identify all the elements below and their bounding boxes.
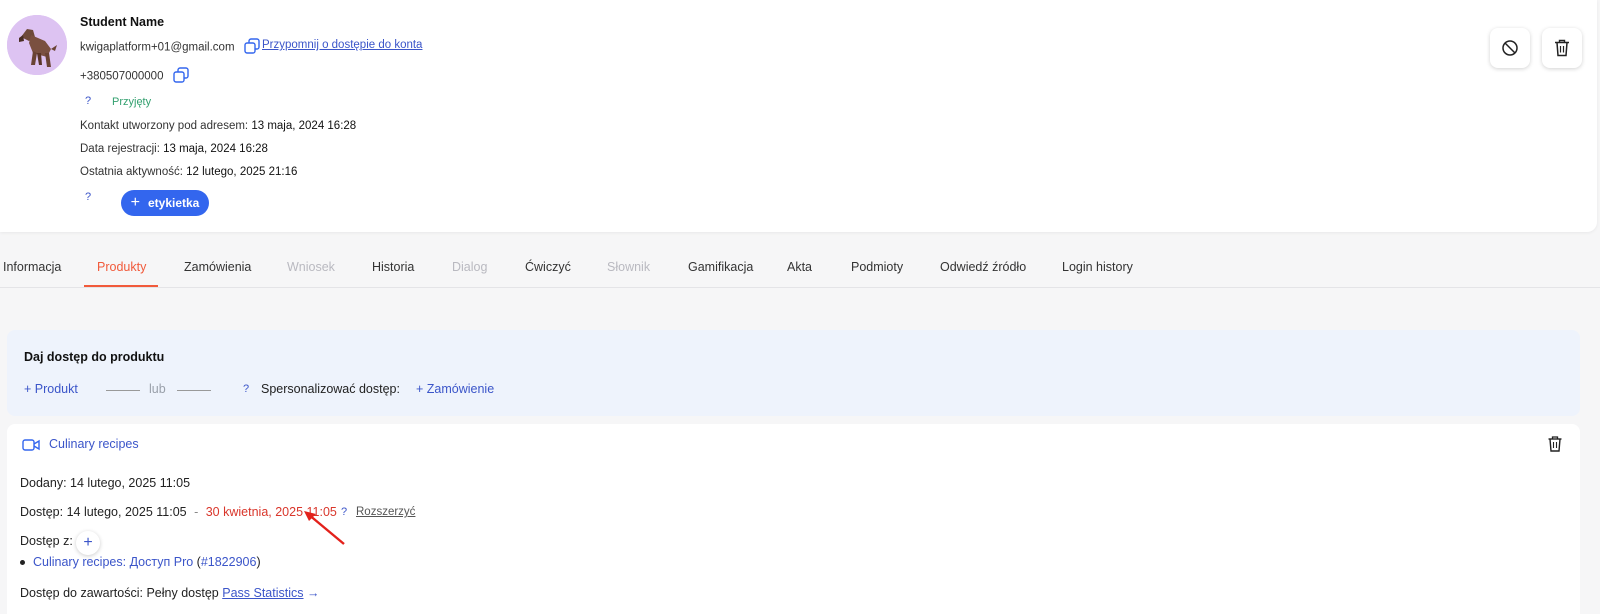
created-line: Kontakt utworzony pod adresem: 13 maja, … — [80, 120, 356, 132]
plus-icon: + — [130, 194, 140, 211]
add-order-link[interactable]: + Zamówienie — [416, 382, 494, 396]
tab-produkty[interactable]: Produkty — [97, 260, 146, 274]
added-label: Dodany: — [20, 476, 67, 490]
copy-icon[interactable] — [172, 67, 189, 86]
tab-login-history[interactable]: Login history — [1062, 260, 1133, 274]
registration-line: Data rejestracji: 13 maja, 2024 16:28 — [80, 143, 268, 155]
tab-gamifikacja[interactable]: Gamifikacja — [688, 260, 753, 274]
tab-dialog: Dialog — [452, 260, 488, 274]
delete-product-button[interactable] — [1548, 436, 1562, 455]
avatar — [7, 15, 67, 75]
personalize-label: Spersonalizować dostęp: — [261, 382, 400, 396]
trash-icon — [1548, 436, 1562, 452]
tab-odwiedz-zrodlo[interactable]: Odwiedź źródło — [940, 260, 1026, 274]
tab-akta[interactable]: Akta — [787, 260, 812, 274]
video-camera-icon — [22, 438, 40, 455]
created-label: Kontakt utworzony pod adresem: — [80, 120, 249, 132]
tab-slownik: Słownik — [607, 260, 651, 274]
product-title-link[interactable]: Culinary recipes — [49, 437, 139, 451]
arrow-right-icon: → — [307, 586, 320, 600]
annotation-arrow-icon — [304, 511, 345, 545]
list-item: Culinary recipes: Доступ Pro (#1822906) — [20, 555, 261, 569]
or-separator: lub — [149, 382, 166, 396]
order-id-link[interactable]: #1822906 — [201, 555, 257, 569]
tab-podmioty[interactable]: Podmioty — [851, 260, 903, 274]
created-value: 13 maja, 2024 16:28 — [251, 120, 357, 132]
trash-icon — [1555, 39, 1569, 57]
content-access-value: Pełny dostęp — [146, 586, 219, 600]
help-icon[interactable]: ? — [85, 191, 91, 203]
bullet-dot — [20, 560, 25, 566]
grant-access-title: Daj dostęp do produktu — [24, 350, 165, 364]
product-card: Culinary recipes Dodany: 14 lutego, 2025… — [7, 424, 1580, 614]
help-icon[interactable]: ? — [243, 383, 249, 395]
remind-access-link[interactable]: Przypomnij o dostępie do konta — [262, 39, 422, 51]
add-tag-label: etykietka — [147, 196, 200, 210]
email-line: kwigaplatform+01@gmail.com — [80, 38, 260, 57]
grant-access-panel: Daj dostęp do produktu + Produkt lub ? S… — [7, 330, 1580, 416]
phone-text: +380507000000 — [80, 70, 164, 83]
last-activity-label: Ostatnia aktywność: — [80, 166, 183, 178]
profile-card: Student Name kwigaplatform+01@gmail.com … — [0, 0, 1597, 232]
tab-informacja[interactable]: Informacja — [3, 260, 61, 274]
block-button[interactable] — [1490, 28, 1530, 68]
access-line: Dostęp: 14 lutego, 2025 11:05 - 30 kwiet… — [20, 505, 337, 519]
content-access-label: Dostęp do zawartości: — [20, 586, 143, 600]
add-access-source-button[interactable]: + — [76, 531, 100, 555]
phone-line: +380507000000 — [80, 67, 189, 86]
tab-wniosek: Wniosek — [287, 260, 335, 274]
tab-bar: Informacja Produkty Zamówienia Wniosek H… — [0, 250, 1600, 288]
tab-zamowienia[interactable]: Zamówienia — [184, 260, 251, 274]
content-access-line: Dostęp do zawartości: Pełny dostęp Pass … — [20, 586, 320, 600]
access-from-label: Dostęp z: — [20, 534, 73, 548]
add-product-link[interactable]: + Produkt — [24, 382, 78, 396]
active-tab-indicator — [84, 285, 158, 287]
tab-cwiczyc[interactable]: Ćwiczyć — [525, 260, 571, 274]
email-text: kwigaplatform+01@gmail.com — [80, 41, 235, 54]
divider — [177, 390, 211, 391]
block-icon — [1502, 40, 1518, 56]
added-value: 14 lutego, 2025 11:05 — [70, 476, 191, 490]
pass-statistics-link[interactable]: Pass Statistics — [222, 586, 303, 600]
access-source-link[interactable]: Culinary recipes: Доступ Pro — [33, 555, 193, 569]
student-name: Student Name — [80, 15, 165, 29]
registration-value: 13 maja, 2024 16:28 — [163, 143, 268, 155]
last-activity-value: 12 lutego, 2025 21:16 — [186, 166, 298, 178]
tab-historia[interactable]: Historia — [372, 260, 414, 274]
added-line: Dodany: 14 lutego, 2025 11:05 — [20, 476, 190, 490]
help-icon[interactable]: ? — [85, 95, 91, 107]
last-activity-line: Ostatnia aktywność: 12 lutego, 2025 21:1… — [80, 166, 297, 178]
access-start: 14 lutego, 2025 11:05 — [66, 505, 187, 519]
dog-avatar-icon — [7, 15, 67, 75]
add-tag-button[interactable]: + etykietka — [121, 190, 209, 216]
registration-label: Data rejestracji: — [80, 143, 160, 155]
status-label: Przyjęty — [112, 96, 152, 108]
access-dash: - — [194, 505, 199, 519]
extend-access-link[interactable]: Rozszerzyć — [356, 506, 415, 518]
delete-contact-button[interactable] — [1542, 28, 1582, 68]
copy-icon[interactable] — [244, 38, 260, 57]
divider — [106, 390, 140, 391]
access-label: Dostęp: — [20, 505, 64, 519]
